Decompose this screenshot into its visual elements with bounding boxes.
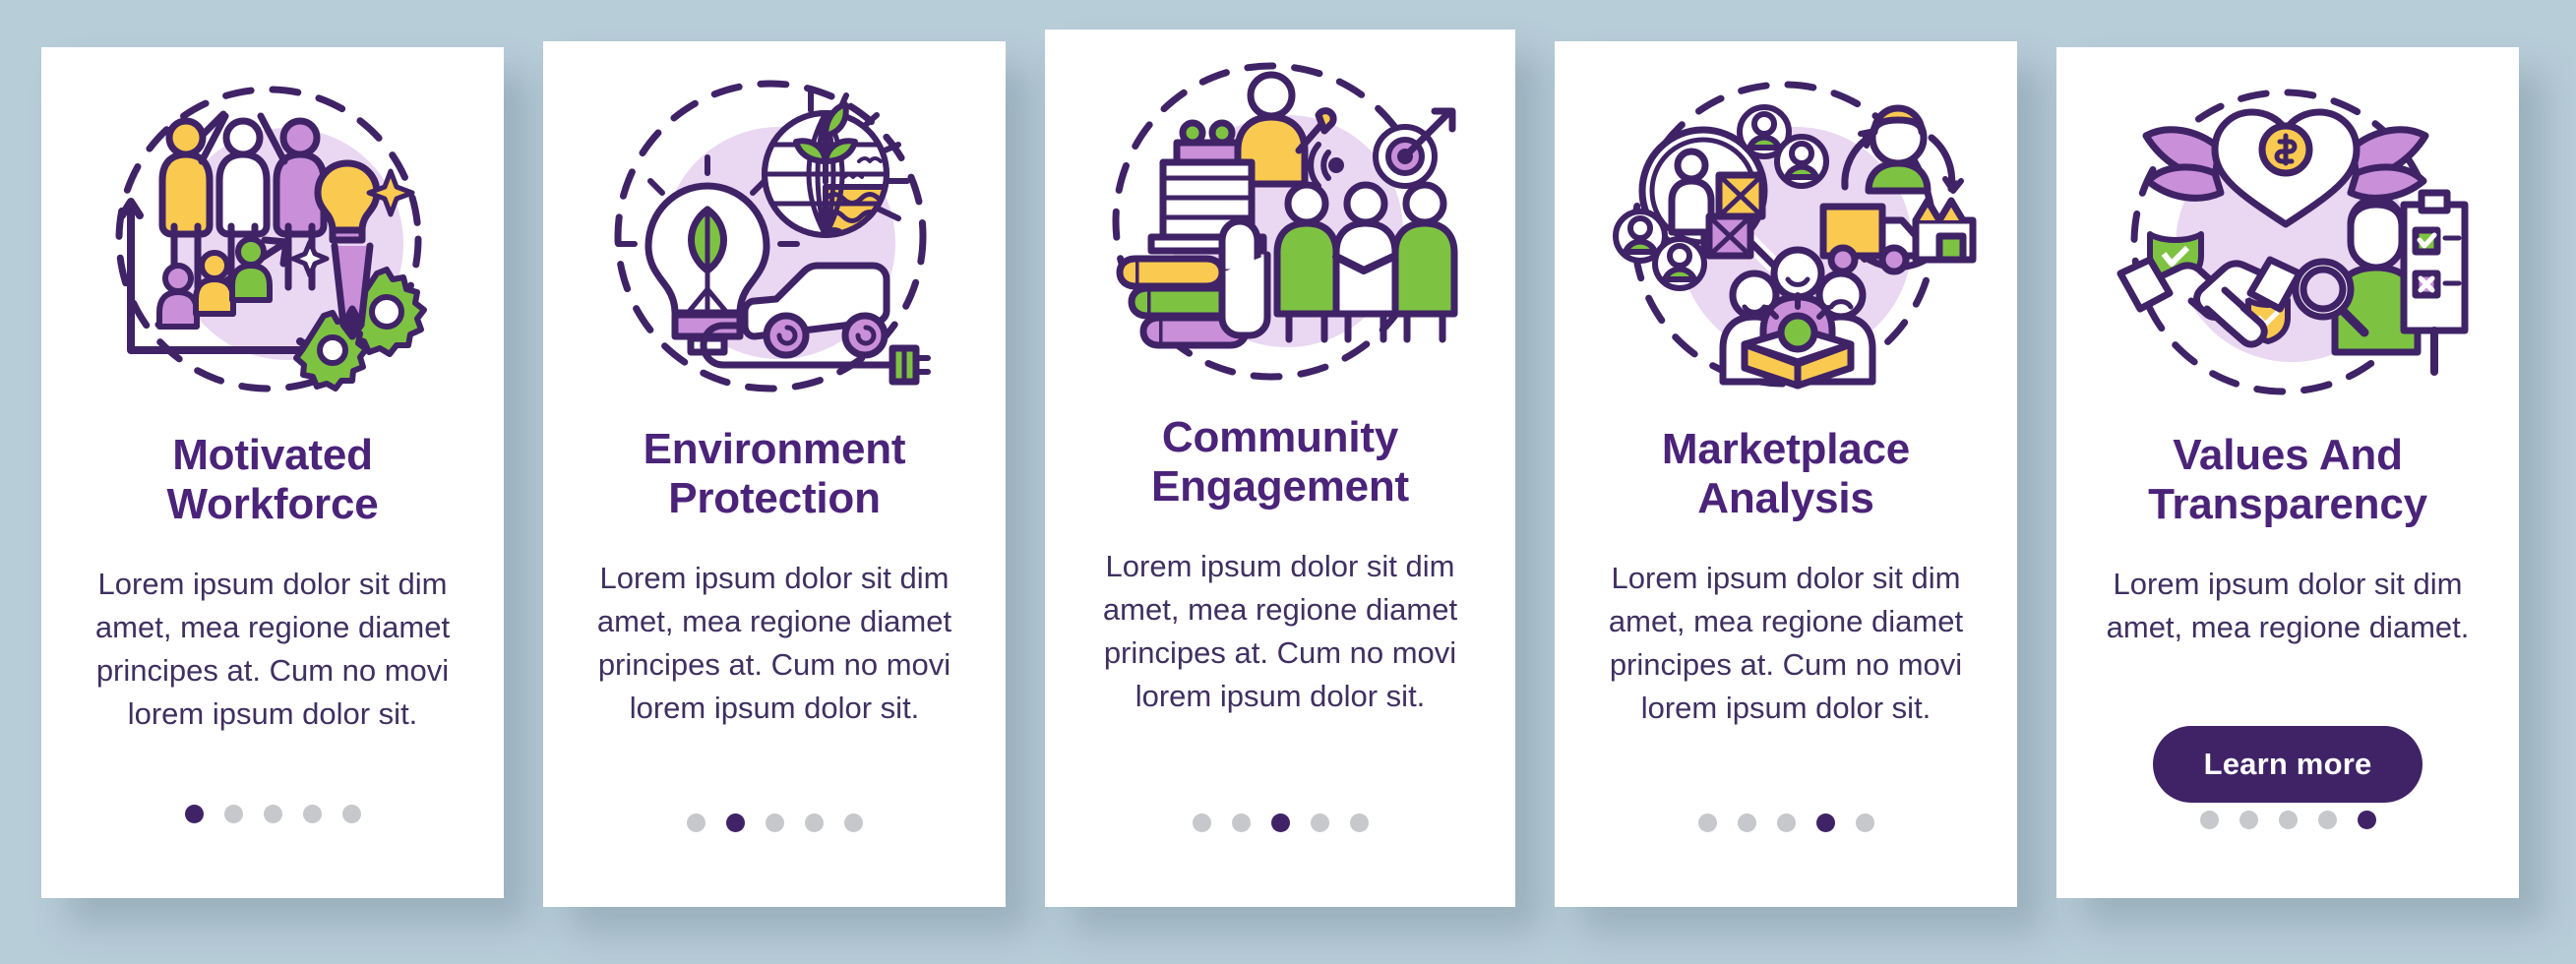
- pagination-dots[interactable]: [1697, 813, 1874, 832]
- pagination-dot-1[interactable]: [1697, 813, 1717, 832]
- card-body: Lorem ipsum dolor sit dim amet, mea regi…: [2106, 567, 2470, 645]
- card-title: Marketplace Analysis: [1661, 425, 1911, 523]
- onboarding-card-marketplace-analysis[interactable]: Marketplace Analysis Lorem ipsum dolor s…: [1555, 41, 2017, 907]
- onboarding-card-environment-protection[interactable]: Environment Protection Lorem ipsum dolor…: [543, 41, 1006, 907]
- pagination-dot-2[interactable]: [1737, 813, 1756, 832]
- pagination-dot-5[interactable]: [1855, 813, 1874, 832]
- pagination-dot-4[interactable]: [804, 813, 824, 832]
- pagination-dot-2[interactable]: [2239, 811, 2258, 829]
- pagination-dot-5[interactable]: [843, 813, 863, 832]
- onboarding-card-community-engagement[interactable]: Community Engagement Lorem ipsum dolor s…: [1045, 30, 1515, 907]
- pagination-dot-3[interactable]: [1776, 813, 1796, 832]
- onboarding-card-motivated-workforce[interactable]: Motivated Workforce Lorem ipsum dolor si…: [41, 47, 504, 898]
- pagination-dot-1[interactable]: [184, 805, 204, 823]
- pagination-dot-3[interactable]: [1270, 813, 1290, 832]
- pagination-dot-1[interactable]: [686, 813, 705, 832]
- card-body: Lorem ipsum dolor sit dim amet, mea regi…: [1102, 549, 1458, 714]
- pagination-dot-2[interactable]: [725, 813, 745, 832]
- learn-more-button[interactable]: Learn more: [2152, 726, 2423, 803]
- pagination-dot-4[interactable]: [1815, 813, 1835, 832]
- onboarding-card-values-and-transparency[interactable]: Values And Transparency Lorem ipsum dolo…: [2056, 47, 2519, 898]
- pagination-dots[interactable]: [1192, 813, 1369, 832]
- pagination-dot-1[interactable]: [2199, 811, 2219, 829]
- card-body: Lorem ipsum dolor sit dim amet, mea regi…: [1608, 561, 1964, 726]
- pagination-dot-3[interactable]: [765, 813, 784, 832]
- card-body: Lorem ipsum dolor sit dim amet, mea regi…: [94, 567, 451, 732]
- pagination-dot-4[interactable]: [2317, 811, 2337, 829]
- card-title: Motivated Workforce: [166, 431, 379, 529]
- pagination-dot-2[interactable]: [1231, 813, 1251, 832]
- illustration-people-growth-chart-idea: [41, 47, 504, 431]
- pagination-dots[interactable]: [184, 805, 361, 823]
- pagination-dot-5[interactable]: [2357, 811, 2376, 829]
- pagination-dot-1[interactable]: [1192, 813, 1211, 832]
- card-title: Values And Transparency: [2148, 431, 2427, 529]
- pagination-dot-5[interactable]: [341, 805, 361, 823]
- pagination-dot-3[interactable]: [2278, 811, 2298, 829]
- illustration-speaker-handshake-hands: [1045, 30, 1515, 413]
- pagination-dot-3[interactable]: [263, 805, 282, 823]
- pagination-dot-5[interactable]: [1349, 813, 1369, 832]
- illustration-magnifier-users-delivery: [1555, 41, 2017, 425]
- pagination-dot-4[interactable]: [1310, 813, 1329, 832]
- illustration-eco-bulb-globe-car: [543, 41, 1006, 425]
- pagination-dot-4[interactable]: [302, 805, 322, 823]
- card-body: Lorem ipsum dolor sit dim amet, mea regi…: [596, 561, 952, 726]
- pagination-dots[interactable]: [2199, 811, 2376, 829]
- card-title: Community Engagement: [1150, 413, 1410, 512]
- card-title: Environment Protection: [643, 425, 906, 523]
- illustration-winged-heart-handshake-checklist: [2056, 47, 2519, 431]
- onboarding-screens: Motivated Workforce Lorem ipsum dolor si…: [0, 0, 2576, 964]
- pagination-dot-2[interactable]: [223, 805, 243, 823]
- pagination-dots[interactable]: [686, 813, 863, 832]
